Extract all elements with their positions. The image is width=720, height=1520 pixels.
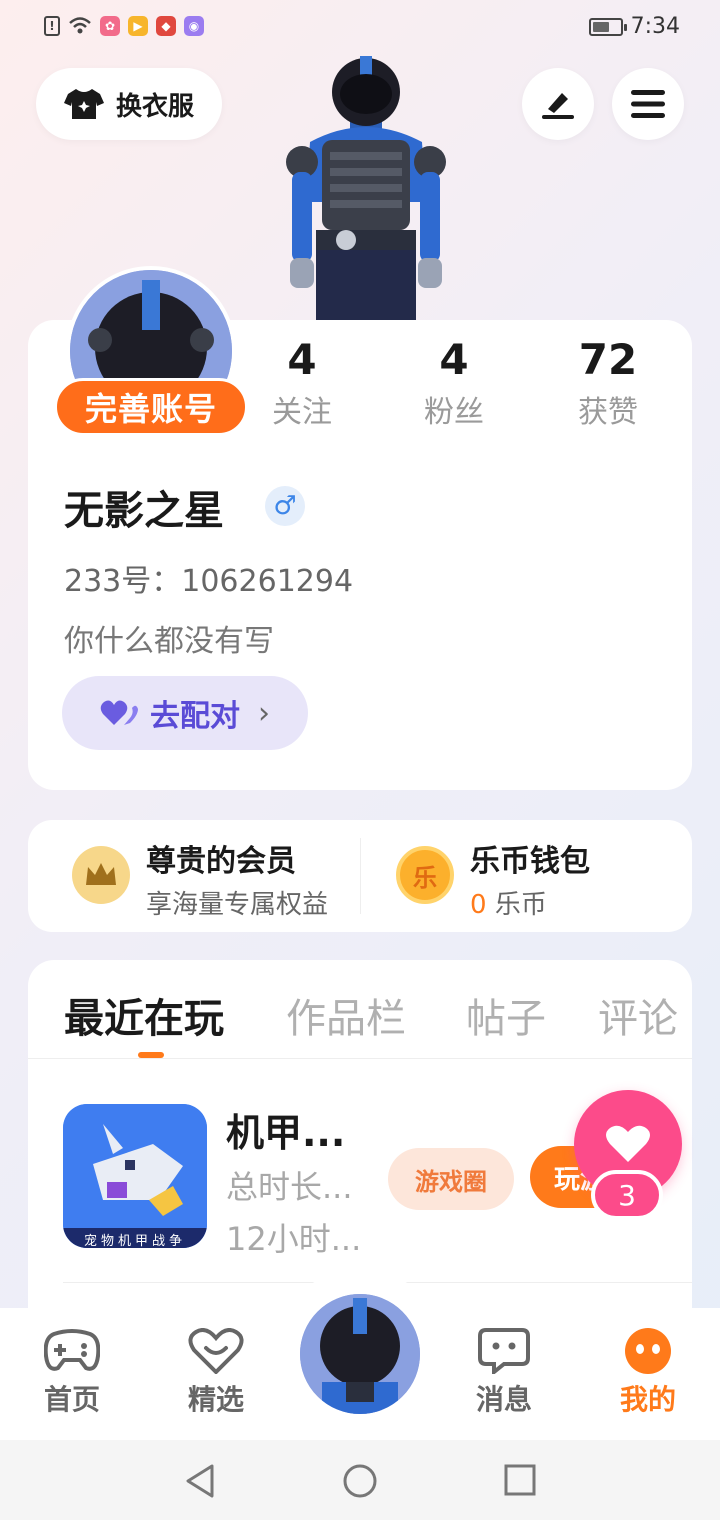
outfit-button[interactable]: 换衣服 bbox=[36, 68, 222, 140]
status-bar: ! ✿ ▶ ◆ ◉ 7:34 bbox=[0, 0, 720, 56]
match-button[interactable]: 去配对 › bbox=[62, 676, 308, 750]
back-icon[interactable] bbox=[184, 1464, 216, 1498]
vip-subtitle: 享海量专属权益 bbox=[146, 890, 329, 920]
game-title[interactable]: 机甲... bbox=[226, 1102, 345, 1157]
recents-icon[interactable] bbox=[504, 1464, 536, 1496]
status-right: 7:34 bbox=[588, 14, 680, 39]
chevron-right-icon: › bbox=[258, 695, 270, 731]
app-icon-3: ◆ bbox=[156, 16, 176, 36]
stat-followers-label: 粉丝 bbox=[424, 395, 484, 430]
game-circle-button[interactable]: 游戏圈 bbox=[388, 1148, 514, 1210]
wifi-icon bbox=[69, 17, 91, 34]
app-icon-1: ✿ bbox=[100, 16, 120, 36]
nav-messages-label: 消息 bbox=[475, 1383, 532, 1416]
game-icon[interactable]: 宠物机甲战争 bbox=[63, 1104, 207, 1248]
mecha-plane-icon bbox=[63, 1104, 207, 1248]
nav-me[interactable]: 我的 bbox=[588, 1328, 708, 1418]
nav-center-avatar[interactable] bbox=[296, 1290, 424, 1418]
coin-icon[interactable]: 乐 bbox=[396, 846, 454, 904]
pen-icon bbox=[542, 93, 574, 119]
tshirt-icon bbox=[63, 89, 104, 119]
wallet-balance: 0 乐币 bbox=[470, 884, 547, 921]
wallet-amount: 0 bbox=[470, 890, 487, 920]
status-time: 7:34 bbox=[630, 14, 680, 39]
stat-followers-value: 4 bbox=[439, 335, 469, 384]
vip-divider bbox=[360, 838, 361, 914]
nav-messages[interactable]: 消息 bbox=[444, 1328, 564, 1418]
face-icon bbox=[625, 1328, 671, 1374]
stat-likes-value: 72 bbox=[578, 335, 638, 384]
battery-icon bbox=[588, 17, 627, 36]
bio: 你什么都没有写 bbox=[64, 624, 274, 659]
heart-chat-icon bbox=[188, 1328, 244, 1374]
wallet-unit: 乐币 bbox=[494, 890, 547, 920]
alert-icon: ! bbox=[44, 16, 60, 36]
menu-button[interactable] bbox=[612, 68, 684, 140]
hamburger-menu-icon bbox=[631, 90, 665, 118]
game-total-time: 总时长... bbox=[226, 1168, 353, 1206]
wallet-title[interactable]: 乐币钱包 bbox=[470, 836, 590, 880]
app-icon-2: ▶ bbox=[128, 16, 148, 36]
nav-featured-label: 精选 bbox=[187, 1383, 244, 1416]
message-icon bbox=[478, 1328, 530, 1374]
tab-recently-played[interactable]: 最近在玩 bbox=[64, 986, 224, 1044]
heart-icon bbox=[606, 1125, 650, 1162]
stat-following[interactable]: 4 关注 bbox=[232, 330, 372, 436]
crown-icon[interactable] bbox=[72, 846, 130, 904]
match-label: 去配对 bbox=[150, 699, 240, 734]
like-count-badge: 3 bbox=[591, 1170, 663, 1220]
system-navigation-bar bbox=[0, 1440, 720, 1520]
stat-followers[interactable]: 4 粉丝 bbox=[384, 330, 524, 436]
stat-likes[interactable]: 72 获赞 bbox=[538, 330, 678, 436]
outfit-label: 换衣服 bbox=[115, 91, 194, 122]
gamepad-icon bbox=[44, 1329, 100, 1371]
stat-following-value: 4 bbox=[287, 335, 317, 384]
male-gender-icon: ♂ bbox=[265, 486, 305, 526]
tab-comments[interactable]: 评论 bbox=[598, 986, 678, 1044]
username: 无影之星 bbox=[64, 488, 224, 534]
stat-likes-label: 获赞 bbox=[578, 395, 638, 430]
complete-account-badge[interactable]: 完善账号 bbox=[54, 378, 248, 436]
hearts-icon bbox=[100, 700, 138, 725]
user-id: 233号：106261294 bbox=[64, 564, 354, 599]
home-icon[interactable] bbox=[342, 1463, 378, 1499]
tab-posts[interactable]: 帖子 bbox=[466, 986, 546, 1044]
nav-avatar-image bbox=[300, 1294, 420, 1414]
nav-me-label: 我的 bbox=[619, 1383, 676, 1416]
stat-following-label: 关注 bbox=[272, 395, 332, 430]
nav-home-label: 首页 bbox=[43, 1383, 100, 1416]
app-icon-4: ◉ bbox=[184, 16, 204, 36]
game-hours: 12小时... bbox=[226, 1220, 362, 1258]
nav-featured[interactable]: 精选 bbox=[156, 1328, 276, 1418]
character-avatar-illustration[interactable] bbox=[276, 52, 456, 322]
vip-title[interactable]: 尊贵的会员 bbox=[146, 836, 296, 880]
tab-divider bbox=[28, 1058, 692, 1059]
nav-home[interactable]: 首页 bbox=[12, 1328, 132, 1418]
status-icons: ! ✿ ▶ ◆ ◉ bbox=[44, 16, 204, 36]
tab-works[interactable]: 作品栏 bbox=[286, 986, 406, 1044]
game-icon-caption: 宠物机甲战争 bbox=[83, 1234, 186, 1248]
edit-button[interactable] bbox=[522, 68, 594, 140]
